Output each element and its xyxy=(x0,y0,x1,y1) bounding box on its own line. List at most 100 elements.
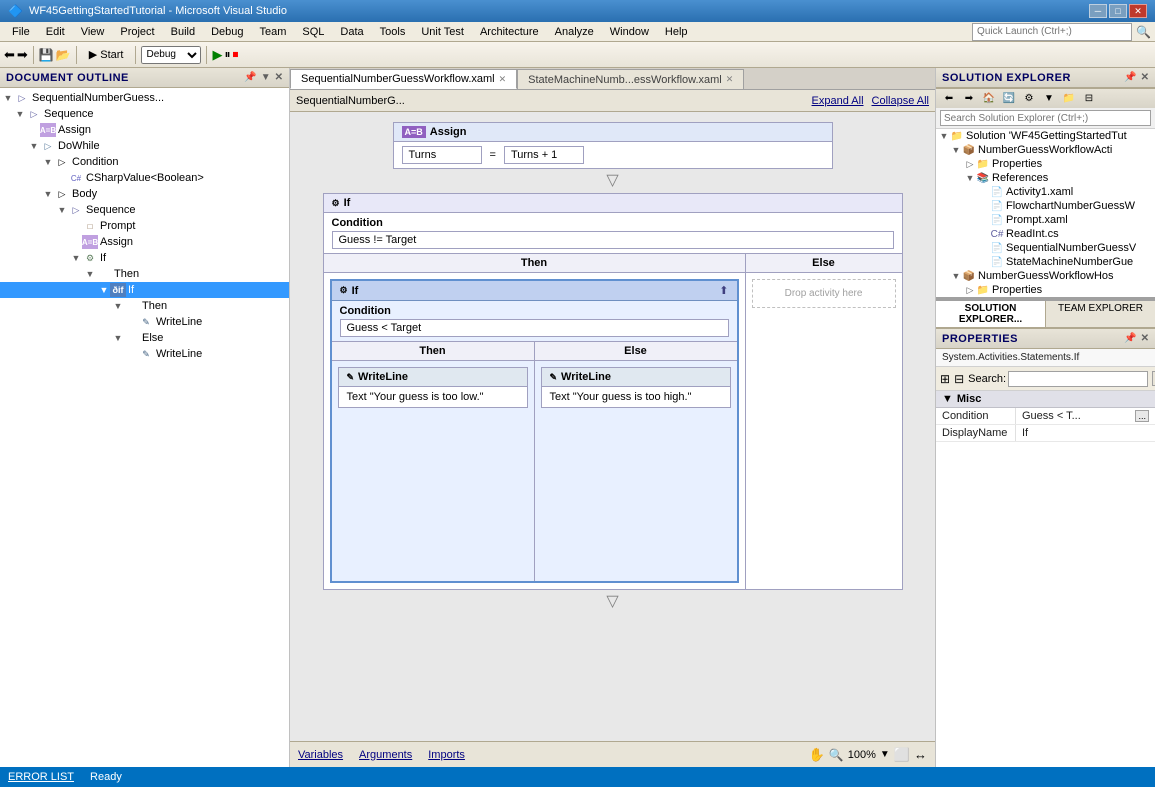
toolbar-back-icon[interactable]: ⬅ xyxy=(4,47,15,63)
writeline2-activity[interactable]: ✎ WriteLine Text "Your guess is too high… xyxy=(541,367,731,408)
props-pin-icon[interactable]: 📌 xyxy=(1124,333,1136,344)
tree-item-if2[interactable]: ▼ ðif If xyxy=(0,282,289,298)
tree-item-csharp[interactable]: C# CSharpValue<Boolean> xyxy=(0,170,289,186)
toolbar-pause-icon[interactable]: ⏸ xyxy=(224,47,230,62)
menu-architecture[interactable]: Architecture xyxy=(472,24,547,40)
se-item-solution[interactable]: ▼ 📁 Solution 'WF45GettingStartedTut xyxy=(936,129,1155,143)
hand-tool-icon[interactable]: ✋ xyxy=(809,747,825,763)
props-alpha-icon[interactable]: ⊟ xyxy=(954,372,964,386)
tree-item-seq1[interactable]: ▼ ▷ SequentialNumberGuess... xyxy=(0,90,289,106)
zoom-dropdown-icon[interactable]: ▼ xyxy=(880,749,890,760)
outer-condition-field[interactable]: Guess != Target xyxy=(332,231,894,249)
tree-item-writeline1[interactable]: ✎ WriteLine xyxy=(0,314,289,330)
pin-icon[interactable]: 📌 xyxy=(244,72,256,83)
menu-sql[interactable]: SQL xyxy=(294,24,332,40)
tab-statemachine[interactable]: StateMachineNumb...essWorkflow.xaml ✕ xyxy=(517,69,744,89)
se-gear-icon[interactable]: ⚙ xyxy=(1020,90,1038,108)
tree-item-condition[interactable]: ▼ ▷ Condition xyxy=(0,154,289,170)
se-close-icon[interactable]: ✕ xyxy=(1141,72,1149,83)
close-panel-icon[interactable]: ✕ xyxy=(275,72,283,83)
assign-activity[interactable]: A=B Assign Turns = Turns + 1 xyxy=(393,122,833,169)
then-body[interactable]: ⚙ If ⬆ Condition Guess < Target xyxy=(324,273,745,589)
imports-button[interactable]: Imports xyxy=(428,749,465,761)
condition-edit-button[interactable]: ... xyxy=(1135,410,1149,422)
tab-sm-close[interactable]: ✕ xyxy=(726,74,734,85)
menu-data[interactable]: Data xyxy=(332,24,371,40)
tree-item-then1[interactable]: ▼ Then xyxy=(0,266,289,282)
outer-if-activity[interactable]: ⚙ If Condition Guess != Target Then xyxy=(323,193,903,590)
quick-launch-input[interactable] xyxy=(972,23,1132,41)
tree-item-else2[interactable]: ▼ Else xyxy=(0,330,289,346)
se-item-ng[interactable]: ▼ 📦 NumberGuessWorkflowActi xyxy=(936,143,1155,157)
se-item-act1[interactable]: 📄 Activity1.xaml xyxy=(936,185,1155,199)
props-row-displayname[interactable]: DisplayName If xyxy=(936,425,1155,442)
menu-build[interactable]: Build xyxy=(163,24,203,40)
se-item-refs[interactable]: ▼ 📚 References xyxy=(936,171,1155,185)
else-body[interactable]: Drop activity here xyxy=(746,273,902,493)
se-search-input[interactable] xyxy=(940,110,1151,126)
fit-page-icon[interactable]: ⬜ xyxy=(894,747,910,763)
debug-config-select[interactable]: Debug Release xyxy=(141,46,201,64)
minimize-button[interactable]: ─ xyxy=(1089,4,1107,18)
se-item-nghost[interactable]: ▼ 📦 NumberGuessWorkflowHos xyxy=(936,269,1155,283)
variables-button[interactable]: Variables xyxy=(298,749,343,761)
misc-expand-icon[interactable]: ▼ xyxy=(942,393,953,405)
toolbar-stop-icon[interactable]: ⏹ xyxy=(232,47,238,62)
menu-file[interactable]: File xyxy=(4,24,38,40)
expand-all-button[interactable]: Expand All xyxy=(812,95,864,107)
se-filter-icon[interactable]: ▼ xyxy=(1040,90,1058,108)
tab-seq-close[interactable]: ✕ xyxy=(499,74,507,85)
turns-field[interactable]: Turns xyxy=(402,146,482,164)
writeline1-activity[interactable]: ✎ WriteLine Text "Your guess is too low.… xyxy=(338,367,528,408)
zoom-icon[interactable]: 🔍 xyxy=(829,748,844,762)
toolbar-save-icon[interactable]: 💾 xyxy=(39,48,54,62)
menu-window[interactable]: Window xyxy=(602,24,657,40)
tree-item-assign2[interactable]: A=B Assign xyxy=(0,234,289,250)
se-item-read[interactable]: C# ReadInt.cs xyxy=(936,227,1155,241)
se-tab-explorer[interactable]: SOLUTION EXPLORER... xyxy=(936,301,1046,327)
maximize-button[interactable]: □ xyxy=(1109,4,1127,18)
toolbar-forward-icon[interactable]: ➡ xyxy=(17,47,28,63)
close-button[interactable]: ✕ xyxy=(1129,4,1147,18)
toolbar-run-icon[interactable]: ▶ xyxy=(212,47,222,63)
menu-edit[interactable]: Edit xyxy=(38,24,73,40)
se-pin-icon[interactable]: 📌 xyxy=(1124,72,1136,83)
turns-value-field[interactable]: Turns + 1 xyxy=(504,146,584,164)
tree-item-writeline2[interactable]: ✎ WriteLine xyxy=(0,346,289,362)
toolbar-open-icon[interactable]: 📂 xyxy=(56,48,71,62)
inner-then-body[interactable]: ✎ WriteLine Text "Your guess is too low.… xyxy=(332,361,534,581)
se-collapse-icon[interactable]: ⊟ xyxy=(1080,90,1098,108)
collapse-inner-if-icon[interactable]: ⬆ xyxy=(719,284,728,297)
se-item-flow[interactable]: 📄 FlowchartNumberGuessW xyxy=(936,199,1155,213)
menu-team[interactable]: Team xyxy=(252,24,295,40)
collapse-all-button[interactable]: Collapse All xyxy=(872,95,929,107)
menu-project[interactable]: Project xyxy=(112,24,162,40)
tree-item-body[interactable]: ▼ ▷ Body xyxy=(0,186,289,202)
workflow-canvas[interactable]: A=B Assign Turns = Turns + 1 ▽ ⚙ If xyxy=(290,112,935,741)
tree-item-prompt[interactable]: □ Prompt xyxy=(0,218,289,234)
start-button[interactable]: ▶ Start xyxy=(82,45,131,64)
menu-analyze[interactable]: Analyze xyxy=(547,24,602,40)
inner-condition-field[interactable]: Guess < Target xyxy=(340,319,729,337)
tree-item-assign1[interactable]: A=B Assign xyxy=(0,122,289,138)
props-close-icon[interactable]: ✕ xyxy=(1141,333,1149,344)
se-item-props2[interactable]: ▷ 📁 Properties xyxy=(936,283,1155,297)
tree-item-if1[interactable]: ▼ ⚙ If xyxy=(0,250,289,266)
inner-if-activity[interactable]: ⚙ If ⬆ Condition Guess < Target xyxy=(330,279,739,583)
props-search-input[interactable] xyxy=(1008,371,1148,387)
se-forward-icon[interactable]: ➡ xyxy=(960,90,978,108)
se-props-icon[interactable]: 🏠 xyxy=(980,90,998,108)
se-item-prompt[interactable]: 📄 Prompt.xaml xyxy=(936,213,1155,227)
se-tab-team[interactable]: TEAM EXPLORER xyxy=(1046,301,1155,327)
menu-tools[interactable]: Tools xyxy=(372,24,414,40)
fit-width-icon[interactable]: ↔ xyxy=(914,747,927,762)
tree-item-then2[interactable]: ▼ Then xyxy=(0,298,289,314)
se-show-files-icon[interactable]: 📁 xyxy=(1060,90,1078,108)
tab-sequential[interactable]: SequentialNumberGuessWorkflow.xaml ✕ xyxy=(290,69,517,89)
menu-debug[interactable]: Debug xyxy=(203,24,251,40)
error-list-button[interactable]: ERROR LIST xyxy=(8,771,74,783)
menu-view[interactable]: View xyxy=(73,24,113,40)
props-categorized-icon[interactable]: ⊞ xyxy=(940,372,950,386)
se-refresh-icon[interactable]: 🔄 xyxy=(1000,90,1018,108)
arguments-button[interactable]: Arguments xyxy=(359,749,412,761)
